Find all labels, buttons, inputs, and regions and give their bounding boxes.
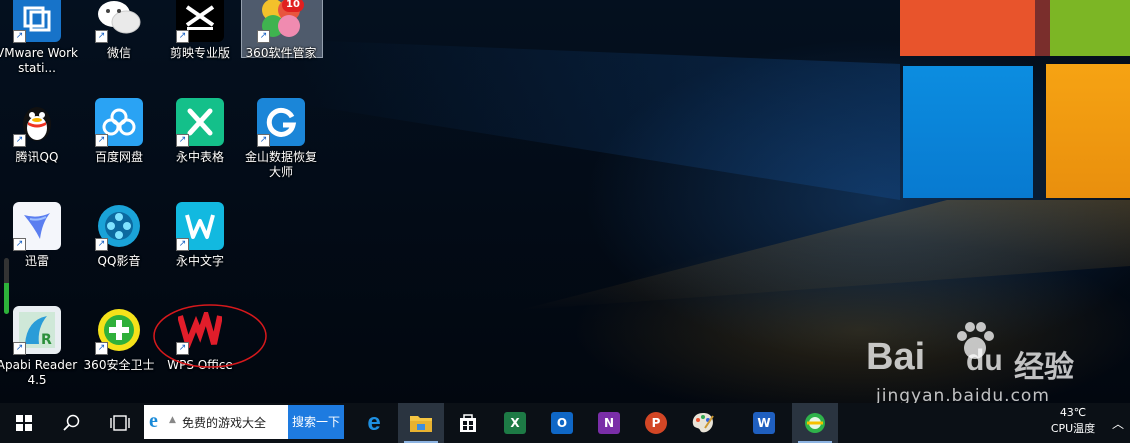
search-button[interactable] xyxy=(48,403,96,443)
palette-icon xyxy=(692,413,714,433)
shortcut-arrow-icon: ↗ xyxy=(176,238,189,251)
taskbar-app-powerpoint[interactable]: P xyxy=(633,403,679,443)
360-browser-icon xyxy=(805,413,825,433)
watermark-brand-suffix: du xyxy=(966,344,1003,377)
task-view-icon xyxy=(110,415,130,431)
taskbar-app-excel[interactable]: X xyxy=(492,403,538,443)
word-icon: W xyxy=(753,412,775,434)
watermark-brand: Bai xyxy=(866,336,926,378)
shortcut-arrow-icon: ↗ xyxy=(257,134,270,147)
desktop: ↗ VMware Workstati... ↗ 微信 ↗ 剪映专业版 10 ↗ … xyxy=(0,0,1130,403)
taskbar-app-outlook[interactable]: O xyxy=(539,403,585,443)
wallpaper-blue-beam xyxy=(300,40,900,200)
taskbar-app-edge[interactable]: e xyxy=(351,403,397,443)
wallpaper-light-beam xyxy=(520,200,1130,310)
cpu-temperature[interactable]: 43℃ CPU温度 xyxy=(1040,405,1106,441)
taskbar-app-file-explorer[interactable] xyxy=(398,403,444,443)
search-submit-button[interactable]: 搜索一下 xyxy=(288,405,344,439)
excel-icon: X xyxy=(504,412,526,434)
windows-logo-icon xyxy=(16,415,32,431)
wallpaper-tile-blue xyxy=(903,66,1033,198)
annotation-ellipse xyxy=(153,304,267,368)
powerpoint-icon: P xyxy=(645,412,667,434)
search-icon xyxy=(63,414,80,431)
onenote-icon: N xyxy=(598,412,620,434)
wallpaper-tile-green xyxy=(1050,0,1130,56)
caret-up-icon: ▲ xyxy=(169,415,176,425)
shortcut-arrow-icon: ↗ xyxy=(13,134,26,147)
outlook-icon: O xyxy=(551,412,573,434)
chevron-up-icon: ︿ xyxy=(1111,416,1124,431)
cpu-temp-label: CPU温度 xyxy=(1050,422,1096,435)
watermark-url: jingyan.baidu.com xyxy=(876,386,1050,403)
taskbar-search-box[interactable]: e ▲ 免费的游戏大全 搜索一下 xyxy=(144,405,344,439)
tray-overflow-button[interactable]: ︿ xyxy=(1106,403,1130,443)
shortcut-arrow-icon: ↗ xyxy=(13,342,26,355)
notification-badge: 10 xyxy=(282,0,304,12)
shortcut-arrow-icon: ↗ xyxy=(95,30,108,43)
wallpaper-tile-maroon xyxy=(1035,0,1050,56)
shortcut-arrow-icon: ↗ xyxy=(257,30,270,43)
folder-icon xyxy=(410,416,432,432)
edge-icon: e xyxy=(367,409,381,436)
taskbar-app-360-browser[interactable] xyxy=(792,403,838,443)
baidu-watermark: Bai du 经验 jingyan.baidu.com xyxy=(866,322,1116,403)
watermark-cn: 经验 xyxy=(1014,350,1074,385)
taskbar-app-paint[interactable] xyxy=(680,403,726,443)
task-view-button[interactable] xyxy=(96,403,144,443)
shortcut-arrow-icon: ↗ xyxy=(95,342,108,355)
wallpaper-tile-red xyxy=(900,0,1035,56)
shortcut-arrow-icon: ↗ xyxy=(95,134,108,147)
taskbar-app-word[interactable]: W xyxy=(741,403,787,443)
ie-icon: e xyxy=(149,410,158,432)
shortcut-arrow-icon: ↗ xyxy=(13,238,26,251)
shortcut-arrow-icon: ↗ xyxy=(176,134,189,147)
cpu-temp-value: 43℃ xyxy=(1059,406,1087,419)
wallpaper-tile-gold xyxy=(1046,64,1130,198)
shortcut-arrow-icon: ↗ xyxy=(13,30,26,43)
svg-text:R: R xyxy=(41,332,52,348)
shortcut-arrow-icon: ↗ xyxy=(176,30,189,43)
taskbar: e ▲ 免费的游戏大全 搜索一下 e X O N P W 43℃ CPU温度 ︿ xyxy=(0,403,1130,443)
search-query-text[interactable]: 免费的游戏大全 xyxy=(182,414,266,431)
taskbar-app-onenote[interactable]: N xyxy=(586,403,632,443)
store-icon xyxy=(460,414,476,432)
taskbar-app-store[interactable] xyxy=(445,403,491,443)
shortcut-arrow-icon: ↗ xyxy=(95,238,108,251)
start-button[interactable] xyxy=(0,403,48,443)
